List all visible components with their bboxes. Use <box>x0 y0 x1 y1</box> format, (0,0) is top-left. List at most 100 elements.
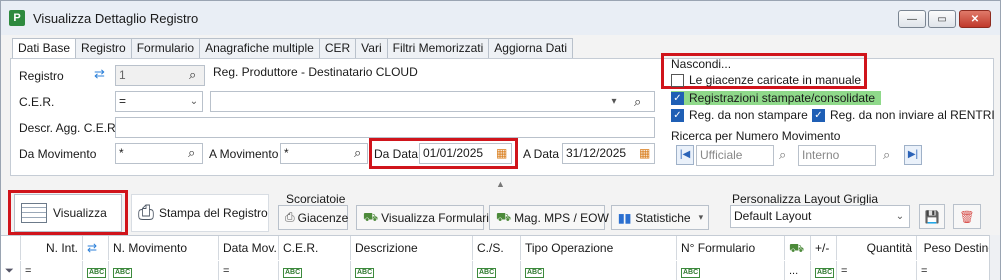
column-header[interactable]: N. Movimento <box>109 236 219 260</box>
printer-icon: ⎙ <box>285 210 295 224</box>
registro-label: Registro <box>19 69 64 83</box>
visualizza-button[interactable]: Visualizza <box>14 194 122 232</box>
tab-vari[interactable]: Vari <box>355 38 388 58</box>
filter-cell[interactable]: ABC <box>473 261 521 280</box>
tab-dati-base[interactable]: Dati Base <box>12 38 77 59</box>
filter-cell[interactable]: ABC <box>279 261 351 280</box>
da-movimento-label: Da Movimento <box>19 147 97 161</box>
calendar-icon[interactable]: ▦ <box>496 146 507 160</box>
text-filter-icon: ABC <box>355 268 375 278</box>
ufficiale-field[interactable]: Ufficiale <box>696 145 774 166</box>
search-icon[interactable]: ⌕ <box>779 148 786 162</box>
filter-cell[interactable]: = <box>837 261 917 280</box>
search-icon[interactable]: ⌕ <box>188 146 195 160</box>
descr-field[interactable] <box>115 117 655 138</box>
descr-label: Descr. Agg. C.E.R. <box>19 121 120 135</box>
interno-field[interactable]: Interno <box>798 145 876 166</box>
stampa-label: Stampa del Registro <box>159 206 268 220</box>
search-icon[interactable]: ⌕ <box>883 148 890 162</box>
truck-icon[interactable]: ⛟ <box>785 236 811 260</box>
column-header[interactable]: N. Int. <box>21 236 83 260</box>
stampa-button[interactable]: ⎙ Stampa del Registro <box>131 194 269 232</box>
link-icon[interactable]: ⇄ <box>94 67 105 81</box>
minimize-button[interactable]: — <box>898 10 926 28</box>
visualizza-label: Visualizza <box>53 206 107 220</box>
filter-cell[interactable]: ABC <box>811 261 837 280</box>
tab-cer[interactable]: CER <box>318 38 357 58</box>
tab-registro[interactable]: Registro <box>75 38 132 58</box>
ricerca-title: Ricerca per Numero Movimento <box>671 129 841 143</box>
filter-cell[interactable]: ABC <box>109 261 219 280</box>
giacenze-label: Le giacenze caricate in manuale <box>689 73 862 87</box>
chevron-down-icon[interactable]: ⌄ <box>893 207 907 226</box>
save-layout-button[interactable]: 💾 <box>919 204 945 229</box>
printer-icon: ⎙ <box>138 201 154 224</box>
filter-cell[interactable]: ABC <box>83 261 109 280</box>
layout-title: Personalizza Layout Griglia <box>732 192 879 206</box>
column-header[interactable]: Descrizione <box>351 236 473 260</box>
column-header[interactable]: N° Formulario <box>677 236 785 260</box>
checkbox-checked-icon: ✓ <box>671 108 684 122</box>
mag-button[interactable]: ⛟ Mag. MPS / EOW <box>489 205 609 230</box>
checkbox-unchecked-icon <box>671 73 684 87</box>
non-inviare-checkbox[interactable]: ✓ Reg. da non inviare al RENTRI <box>812 108 995 122</box>
filter-cell[interactable]: ABC <box>521 261 677 280</box>
non-inviare-label: Reg. da non inviare al RENTRI <box>830 108 995 122</box>
close-button[interactable]: ✕ <box>959 10 991 28</box>
first-record-button[interactable]: |◀ <box>676 145 694 165</box>
statistiche-button[interactable]: ▮▮ Statistiche ▾ <box>611 205 709 230</box>
title-bar: P Visualizza Dettaglio Registro — ▭ ✕ <box>1 1 1000 35</box>
filter-cell[interactable]: ABC <box>677 261 785 280</box>
maximize-button[interactable]: ▭ <box>928 10 956 28</box>
truck-icon: ⛟ <box>363 209 379 224</box>
layout-select[interactable]: Default Layout <box>730 205 910 228</box>
calendar-icon[interactable]: ▦ <box>639 146 650 160</box>
consolidate-checkbox[interactable]: ✓ Registrazioni stampate/consolidate <box>671 91 882 105</box>
column-header[interactable]: +/- <box>811 236 837 260</box>
text-filter-icon: ABC <box>113 268 133 278</box>
text-filter-icon: ABC <box>283 268 303 278</box>
link-icon[interactable]: ⇄ <box>83 236 109 260</box>
column-header[interactable]: Quantità <box>837 236 917 260</box>
filter-cell[interactable]: ... <box>785 261 811 280</box>
tab-aggiorna-dati[interactable]: Aggiorna Dati <box>488 38 573 58</box>
filter-cell[interactable]: = <box>219 261 279 280</box>
tab-formulario[interactable]: Formulario <box>130 38 201 58</box>
bar-chart-icon: ▮▮ <box>618 210 632 225</box>
mag-label: Mag. MPS / EOW <box>514 210 609 225</box>
visualizza-formulari-button[interactable]: ⛟ Visualizza Formulari <box>356 205 489 230</box>
dropdown-arrow-icon[interactable]: ▾ <box>607 92 621 111</box>
column-header[interactable]: Peso Destino <box>917 236 1000 260</box>
search-icon[interactable]: ⌕ <box>634 95 641 109</box>
column-header[interactable]: C./S. <box>473 236 521 260</box>
giacenze-button[interactable]: ⎙ Giacenze <box>278 205 348 230</box>
text-filter-icon: ABC <box>525 268 545 278</box>
collapse-arrow-icon[interactable]: ▲ <box>496 177 505 191</box>
text-filter-icon: ABC <box>681 268 701 278</box>
filter-cell[interactable]: = <box>21 261 83 280</box>
registro-name: Reg. Produttore - Destinatario CLOUD <box>213 65 418 79</box>
search-icon[interactable]: ⌕ <box>189 68 196 82</box>
non-stampare-checkbox[interactable]: ✓ Reg. da non stampare <box>671 108 808 122</box>
filter-cell[interactable]: = <box>917 261 1000 280</box>
vertical-scrollbar[interactable] <box>989 235 1000 280</box>
tab-anagrafiche-multiple[interactable]: Anagrafiche multiple <box>199 38 320 58</box>
chevron-down-icon[interactable]: ⌄ <box>187 92 201 111</box>
a-data-label: A Data <box>523 147 560 161</box>
filter-icon[interactable]: ⏷ <box>1 261 21 280</box>
search-icon[interactable]: ⌕ <box>354 146 361 160</box>
main-window: P Visualizza Dettaglio Registro — ▭ ✕ Da… <box>0 0 1001 280</box>
tab-filtri-memorizzati[interactable]: Filtri Memorizzati <box>386 38 490 58</box>
cer-value-field[interactable] <box>210 91 655 112</box>
column-header[interactable]: Tipo Operazione <box>521 236 677 260</box>
delete-layout-button[interactable]: 🗑 <box>953 204 981 229</box>
truck-icon: ⛟ <box>496 209 512 224</box>
column-header[interactable]: Data Mov. <box>219 236 279 260</box>
giacenze-checkbox[interactable]: Le giacenze caricate in manuale <box>671 73 861 87</box>
cer-label: C.E.R. <box>19 95 55 109</box>
last-record-button[interactable]: ▶| <box>904 145 922 165</box>
non-stampare-label: Reg. da non stampare <box>689 108 808 122</box>
column-header[interactable]: C.E.R. <box>279 236 351 260</box>
checkbox-checked-icon: ✓ <box>671 91 684 105</box>
filter-cell[interactable]: ABC <box>351 261 473 280</box>
